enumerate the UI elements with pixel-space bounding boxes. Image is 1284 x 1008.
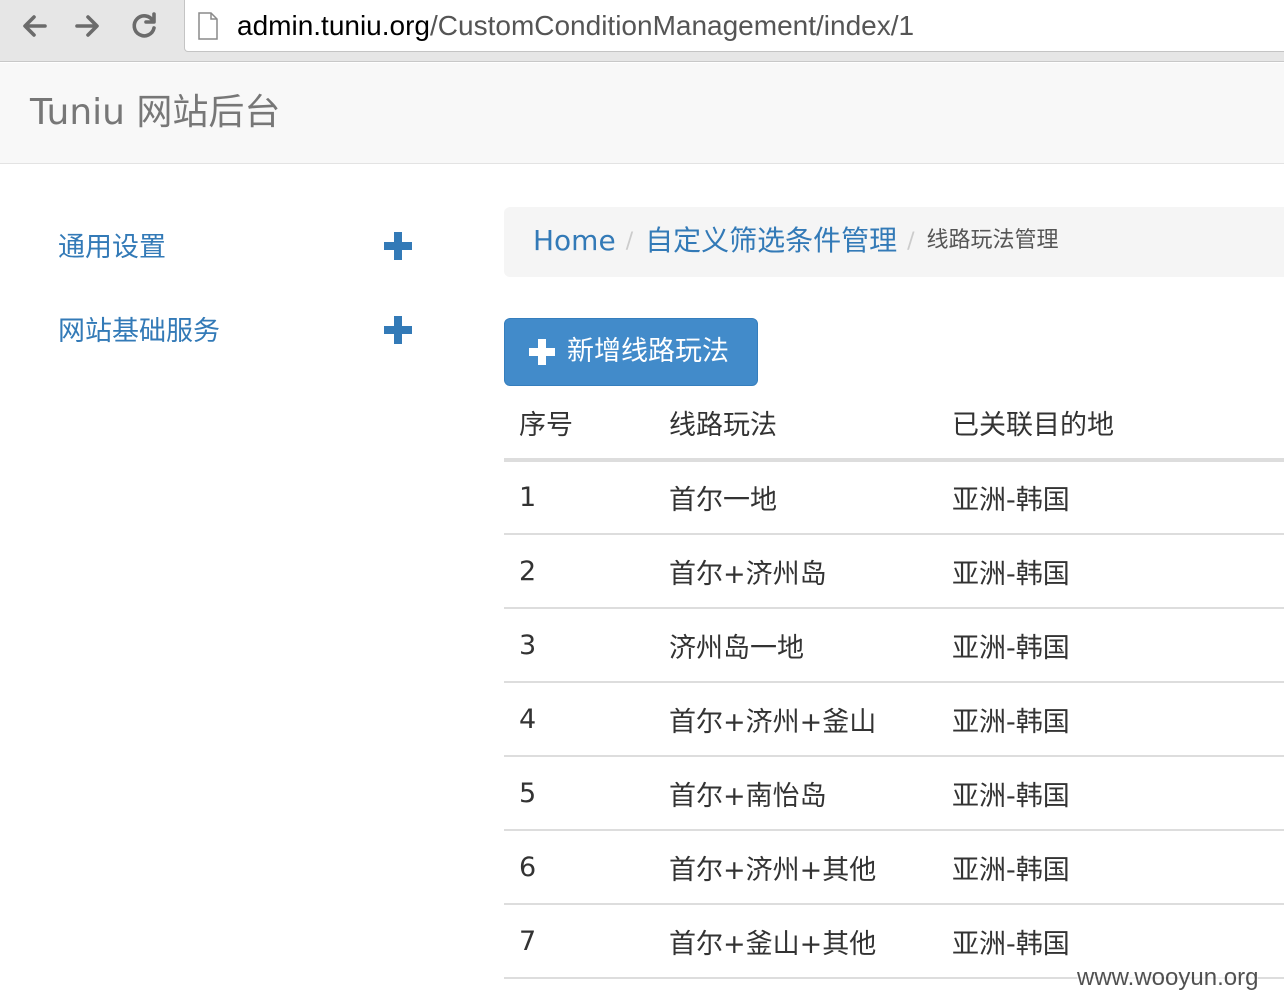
- file-icon: [198, 12, 218, 40]
- address-bar[interactable]: admin.tuniu.org/CustomConditionManagemen…: [184, 0, 1284, 52]
- cell-route-play: 首尔+济州+其他: [669, 854, 877, 886]
- column-header-route-play: 线路玩法: [669, 409, 777, 441]
- add-route-play-button[interactable]: 新增线路玩法: [504, 318, 758, 386]
- plus-icon[interactable]: [384, 232, 412, 260]
- cell-index: 7: [519, 925, 537, 957]
- arrow-left-icon: [23, 15, 47, 37]
- breadcrumb-custom-conditions-link[interactable]: 自定义筛选条件管理: [645, 223, 897, 259]
- table-row[interactable]: 3 济州岛一地 亚洲-韩国: [504, 608, 1284, 682]
- browser-toolbar: admin.tuniu.org/CustomConditionManagemen…: [0, 0, 1284, 62]
- brand-title[interactable]: Tuniu 网站后台: [30, 91, 280, 135]
- cell-index: 3: [519, 629, 537, 661]
- cell-index: 2: [519, 555, 537, 587]
- cell-destination: 亚洲-韩国: [952, 558, 1070, 590]
- cell-route-play: 济州岛一地: [669, 632, 804, 664]
- cell-route-play: 首尔+釜山+其他: [669, 928, 877, 960]
- table-row[interactable]: 6 首尔+济州+其他 亚洲-韩国: [504, 830, 1284, 904]
- sidebar-item-label: 网站基础服务: [58, 316, 220, 347]
- back-button[interactable]: [14, 8, 54, 44]
- cell-route-play: 首尔+济州+釜山: [669, 706, 877, 738]
- url-text: admin.tuniu.org/CustomConditionManagemen…: [237, 9, 914, 43]
- cell-index: 1: [519, 482, 537, 513]
- reload-button[interactable]: [124, 8, 164, 44]
- breadcrumb-separator: /: [907, 228, 915, 254]
- breadcrumb-current: 线路玩法管理: [926, 228, 1059, 253]
- route-play-table: 序号 线路玩法 已关联目的地 1 首尔一地 亚洲-韩国 2 首尔+济州岛 亚洲-…: [504, 386, 1284, 979]
- cell-index: 6: [519, 851, 537, 883]
- cell-route-play: 首尔+南怡岛: [669, 780, 827, 812]
- cell-destination: 亚洲-韩国: [952, 485, 1070, 516]
- plus-icon[interactable]: [384, 316, 412, 344]
- cell-index: 5: [519, 777, 537, 809]
- table-row[interactable]: 1 首尔一地 亚洲-韩国: [504, 460, 1284, 534]
- breadcrumb-home-link[interactable]: Home: [533, 223, 616, 259]
- table-row[interactable]: 4 首尔+济州+釜山 亚洲-韩国: [504, 682, 1284, 756]
- cell-route-play: 首尔一地: [669, 485, 777, 516]
- column-header-index: 序号: [519, 409, 573, 441]
- cell-destination: 亚洲-韩国: [952, 632, 1070, 664]
- table-header-row: 序号 线路玩法 已关联目的地: [504, 386, 1284, 460]
- cell-index: 4: [519, 703, 537, 735]
- reload-icon: [132, 12, 156, 38]
- url-path: /CustomConditionManagement/index/1: [430, 10, 915, 41]
- plus-icon: [529, 339, 555, 365]
- cell-destination: 亚洲-韩国: [952, 780, 1070, 812]
- sidebar-item-label: 通用设置: [58, 232, 166, 263]
- breadcrumb: Home / 自定义筛选条件管理 / 线路玩法管理: [504, 207, 1284, 277]
- cell-destination: 亚洲-韩国: [952, 854, 1070, 886]
- sidebar-item-site-services[interactable]: 网站基础服务: [58, 310, 418, 354]
- cell-destination: 亚洲-韩国: [952, 706, 1070, 738]
- arrow-right-icon: [75, 15, 99, 37]
- breadcrumb-separator: /: [625, 228, 634, 254]
- watermark: www.wooyun.org: [1077, 964, 1259, 992]
- url-domain: admin.tuniu.org: [237, 10, 431, 41]
- table-row[interactable]: 5 首尔+南怡岛 亚洲-韩国: [504, 756, 1284, 830]
- cell-route-play: 首尔+济州岛: [669, 558, 827, 590]
- navbar: Tuniu 网站后台: [0, 63, 1284, 164]
- column-header-destination: 已关联目的地: [952, 409, 1114, 441]
- forward-button[interactable]: [68, 8, 108, 44]
- table-row[interactable]: 2 首尔+济州岛 亚洲-韩国: [504, 534, 1284, 608]
- sidebar-item-general-settings[interactable]: 通用设置: [58, 226, 418, 270]
- add-button-label: 新增线路玩法: [567, 336, 729, 367]
